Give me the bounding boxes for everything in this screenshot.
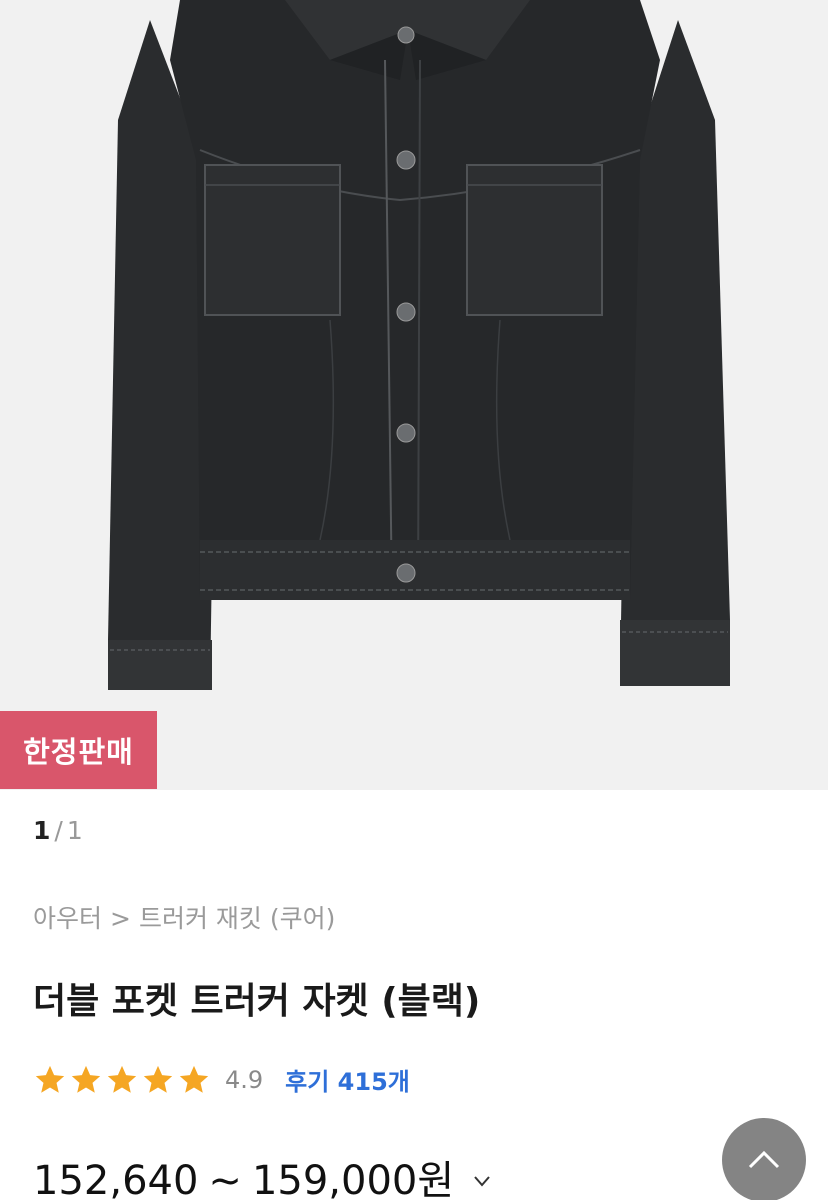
breadcrumb-category[interactable]: 아우터 bbox=[33, 904, 102, 933]
product-detail-page: 한정판매 1/1 아우터 > 트러커 재킷 (쿠어) 더블 포켓 트러커 자켓 (블… bbox=[0, 0, 828, 1200]
price-range[interactable]: 152,640 ~159,000원 bbox=[33, 1148, 492, 1200]
limited-sale-badge: 한정판매 bbox=[0, 711, 157, 789]
rating-row: 4.9 후기 415개 bbox=[33, 1062, 410, 1097]
price-text: 152,640 ~159,000원 bbox=[33, 1148, 454, 1200]
pager-current: 1 bbox=[33, 816, 51, 845]
breadcrumb-subcategory[interactable]: 트러커 재킷 (쿠어) bbox=[139, 904, 335, 933]
chevron-down-icon[interactable] bbox=[472, 1171, 492, 1191]
star-icon bbox=[143, 1065, 173, 1093]
product-image[interactable]: 한정판매 bbox=[0, 0, 828, 790]
image-pager: 1/1 bbox=[33, 816, 83, 845]
star-icon bbox=[71, 1065, 101, 1093]
pager-total: 1 bbox=[66, 816, 83, 845]
pager-separator: / bbox=[54, 816, 63, 845]
review-count-link[interactable]: 후기 415개 bbox=[285, 1062, 410, 1097]
rating-score: 4.9 bbox=[225, 1065, 264, 1094]
star-icon bbox=[35, 1065, 65, 1093]
product-title: 더블 포켓 트러커 자켓 (블랙) bbox=[33, 981, 481, 1022]
chevron-up-icon bbox=[748, 1150, 780, 1169]
price-tilde: ~ bbox=[208, 1158, 242, 1200]
breadcrumb-separator: > bbox=[110, 904, 131, 933]
price-max: 159,000원 bbox=[251, 1158, 455, 1200]
jacket-illustration bbox=[108, 0, 730, 690]
star-rating bbox=[33, 1063, 211, 1097]
price-min: 152,640 bbox=[33, 1158, 199, 1200]
star-icon bbox=[179, 1065, 209, 1093]
star-icon bbox=[107, 1065, 137, 1093]
breadcrumb: 아우터 > 트러커 재킷 (쿠어) bbox=[33, 899, 335, 935]
scroll-to-top-button[interactable] bbox=[722, 1118, 806, 1200]
